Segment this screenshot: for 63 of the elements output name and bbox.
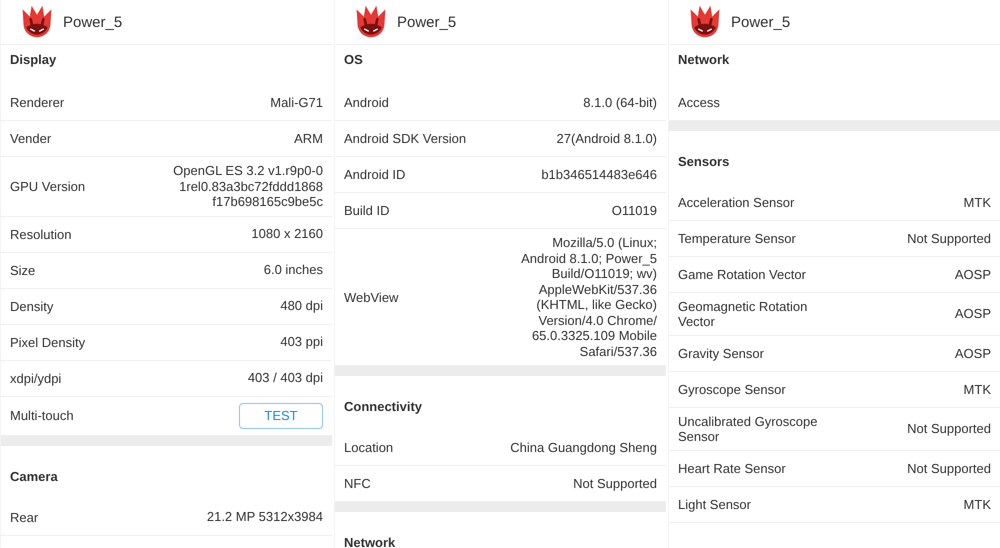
row-label: Size [10, 262, 36, 278]
section-heading: Network [678, 52, 730, 67]
row-label: Temperature Sensor [678, 231, 796, 246]
row-value: 403 / 403 dpi [248, 370, 323, 386]
row-label: Location [344, 440, 394, 455]
row-value: 403 ppi [280, 334, 323, 350]
row-label: Android ID [344, 167, 406, 182]
row-label: Renderer [10, 95, 64, 110]
row-value: AOSP [954, 346, 991, 362]
row-label: WebView [344, 290, 398, 304]
section-heading: Display [10, 52, 56, 67]
row-label: Pixel Density [10, 334, 86, 350]
row-label: Heart Rate Sensor [678, 461, 786, 476]
row-value: ARM [294, 130, 323, 146]
row-label: NFC [344, 476, 371, 491]
row-label: Gyroscope Sensor [678, 382, 786, 397]
row-label: Acceleration Sensor [678, 195, 794, 210]
row-label: Rear [10, 510, 38, 524]
test-button[interactable]: TEST [239, 402, 323, 428]
row-label: Game Rotation Vector [678, 267, 806, 282]
row-label: Density [10, 298, 54, 314]
section-heading: Sensors [678, 154, 730, 169]
row-value: Not Supported [907, 460, 991, 476]
row-label: GPU Version [10, 178, 86, 194]
row-label: Vender [10, 131, 52, 146]
row-label: Build ID [344, 203, 390, 218]
row-value: O11019 [612, 202, 657, 218]
row-value: 480 dpi [280, 298, 323, 314]
row-value: Not Supported [907, 421, 991, 437]
section-heading: Camera [10, 468, 58, 484]
row-value: Not Supported [573, 476, 657, 492]
row-label: Access [678, 95, 720, 110]
row-value: 1080 x 2160 [251, 226, 323, 242]
row-value: AOSP [954, 306, 991, 322]
row-value: MTK [964, 496, 991, 512]
row-value: Mali-G71 [270, 94, 323, 110]
row-value: MTK [964, 194, 991, 210]
row-label: Light Sensor [678, 497, 751, 512]
app-title: Power_5 [63, 14, 122, 30]
row-value: b1b346514483e646 [541, 166, 657, 182]
row-label: Uncalibrated Gyroscope Sensor [678, 414, 818, 444]
row-label: Geomagnetic Rotation Vector [678, 299, 808, 329]
section-heading: Connectivity [344, 399, 422, 414]
row-label: Android SDK Version [344, 131, 466, 146]
row-label: xdpi/ydpi [10, 370, 62, 386]
row-value: 21.2 MP 5312x3984 [206, 509, 323, 525]
row-value: 27(Android 8.1.0) [556, 130, 657, 146]
row-label: Resolution [10, 226, 72, 242]
row-label: Gravity Sensor [678, 346, 764, 361]
app-title: Power_5 [731, 14, 790, 30]
row-value: AOSP [954, 266, 991, 282]
row-value: 8.1.0 (64-bit) [583, 94, 657, 110]
app-title: Power_5 [397, 14, 456, 30]
row-value: MTK [964, 382, 991, 398]
row-value: OpenGL ES 3.2 v1.r9p0-0 1rel0.83a3bc72fddd1868 f17b698165c9be5c [173, 163, 323, 210]
row-value: Not Supported [907, 230, 991, 246]
row-label: Multi-touch [10, 408, 74, 423]
section-heading: OS [344, 52, 363, 67]
row-value: China Guangdong Sheng [510, 440, 657, 456]
section-heading: Network [344, 535, 396, 548]
row-value: Mozilla/5.0 (Linux; Android 8.1.0; Power_5 Build/O11019; wv) AppleWebKit/537.36 (KHTML, like Gecko) Version/4.0 Chrome/ 65.0.3325.109 Mobile Safari/537.36 [521, 235, 657, 359]
row-value: 6.0 inches [264, 262, 323, 278]
row-label: Android [344, 95, 389, 110]
